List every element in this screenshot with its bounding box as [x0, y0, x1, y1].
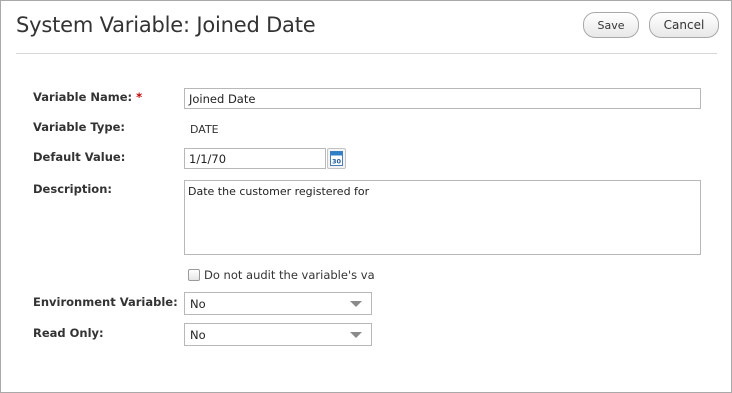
page-title: System Variable: Joined Date	[16, 13, 316, 37]
variable-type-value: DATE	[190, 123, 219, 136]
audit-checkbox[interactable]	[188, 269, 200, 281]
default-value-input[interactable]: 1/1/70	[184, 148, 326, 169]
read-only-label: Read Only:	[33, 326, 104, 340]
read-only-select[interactable]: No	[184, 323, 372, 346]
environment-variable-selected: No	[190, 296, 206, 311]
save-button[interactable]: Save	[583, 12, 639, 38]
system-variable-panel: System Variable: Joined Date Save Cancel…	[0, 0, 732, 393]
audit-checkbox-label: Do not audit the variable's va	[204, 268, 375, 282]
variable-name-input[interactable]: Joined Date	[184, 88, 701, 109]
description-textarea[interactable]: Date the customer registered for	[184, 180, 701, 255]
environment-variable-select[interactable]: No	[184, 292, 372, 315]
calendar-icon: 30	[330, 151, 343, 166]
description-label: Description:	[33, 182, 112, 196]
calendar-button[interactable]: 30	[327, 148, 346, 169]
environment-variable-label: Environment Variable:	[33, 295, 178, 309]
chevron-down-icon	[350, 332, 362, 338]
read-only-selected: No	[190, 327, 206, 342]
default-value-label: Default Value:	[33, 150, 126, 164]
required-marker: *	[136, 90, 143, 104]
header-divider	[16, 53, 717, 54]
chevron-down-icon	[350, 301, 362, 307]
audit-option[interactable]: Do not audit the variable's va	[188, 267, 376, 283]
variable-name-label-text: Variable Name:	[33, 90, 133, 104]
variable-type-label: Variable Type:	[33, 120, 125, 134]
calendar-icon-day: 30	[332, 158, 342, 166]
cancel-button[interactable]: Cancel	[649, 12, 719, 38]
variable-name-label: Variable Name: *	[33, 90, 142, 104]
